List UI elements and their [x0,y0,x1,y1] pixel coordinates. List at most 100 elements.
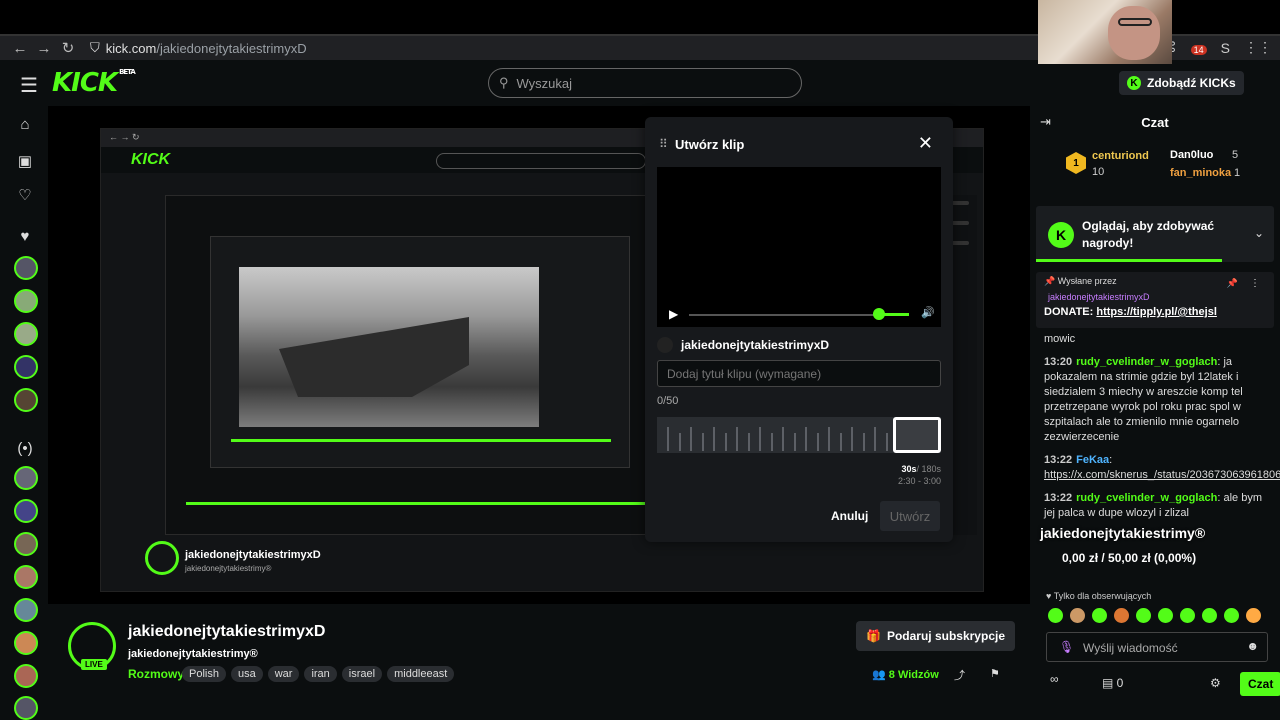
chat-title: Czat [1141,115,1169,130]
cancel-button[interactable]: Anuluj [831,509,868,523]
play-icon[interactable]: ▶ [669,307,678,321]
sidebar-channel-avatar[interactable] [14,532,38,556]
address-bar[interactable]: ⛉ kick.com/jakiedonejtytakiestrimyxD [90,40,307,56]
message-text[interactable]: https://x.com/sknerus_/status/2036730639… [1044,469,1280,481]
timeline-tick [805,427,807,451]
leader-name[interactable]: fan_minoka [1170,167,1231,179]
kick-logo[interactable]: KICK BETA [52,68,136,98]
extension-ublock-icon[interactable]: 14 [1190,40,1207,56]
emote[interactable] [1136,608,1151,623]
following-icon[interactable]: ♡ [14,186,36,204]
leader-name[interactable]: Dan0luo [1170,149,1213,161]
emote[interactable] [1114,608,1129,623]
menu-grid-icon[interactable]: ⋮⋮ [1244,39,1272,56]
emote[interactable] [1180,608,1195,623]
chat-panel: ⇥ Czat 1 centuriond 10 Dan0luo 5 fan_min… [1030,106,1280,720]
home-icon[interactable]: ⌂ [14,116,36,133]
emote[interactable] [1092,608,1107,623]
sidebar-channel-avatar[interactable] [14,598,38,622]
sidebar-channel-avatar[interactable] [14,631,38,655]
leader-count: 10 [1092,166,1105,178]
gift-subs-button[interactable]: 🎁 Podaruj subskrypcje [856,621,1015,651]
emote[interactable] [1048,608,1063,623]
extension-s-icon[interactable]: S [1221,40,1230,56]
browse-icon[interactable]: ▣ [14,152,36,170]
modal-title: Utwórz klip [675,137,745,152]
chest-icon[interactable]: ▤ 0 [1102,676,1123,690]
donation-goal-counter: 0,00 zł / 50,00 zł (0,00%) [1062,551,1197,565]
create-clip-button[interactable]: Utwórz [880,501,940,531]
sidebar-channel-avatar[interactable] [14,256,38,280]
forward-icon[interactable]: → [32,40,56,57]
favorites-icon[interactable]: ♥ [14,228,36,245]
tag-pill[interactable]: Polish [182,666,226,682]
hamburger-menu-icon[interactable]: ☰ [20,73,38,98]
chevron-down-icon[interactable]: ⌄ [1254,226,1264,240]
volume-icon[interactable]: 🔊 [921,306,935,319]
shield-icon: ⛉ [90,40,100,55]
category-link[interactable]: Rozmowy [128,667,184,681]
timeline-tick [793,433,796,451]
clip-preview[interactable] [657,167,941,327]
sidebar-channel-avatar[interactable] [14,322,38,346]
tag-pill[interactable]: israel [341,666,383,682]
search-input[interactable]: ⚲ Wyszukaj [488,68,802,98]
clip-timeline[interactable] [657,417,941,453]
tag-pill[interactable]: middleeast [387,666,455,682]
share-icon[interactable]: ⤴ [954,667,965,683]
pinned-author[interactable]: jakiedonejtytakiestrimyxD [1048,292,1150,302]
chat-message: 13:22 FeKaa: https://x.com/sknerus_/statu… [1044,453,1280,483]
clip-title-input[interactable] [657,360,941,387]
report-icon[interactable]: ⚑ [990,667,1000,680]
watch-rewards-banner[interactable]: K Oglądaj, aby zdobywać nagrody! ⌄ [1036,206,1274,262]
more-options-icon[interactable]: ⋮ [1250,278,1260,289]
channel-name[interactable]: jakiedonejtytakiestrimy® [128,648,258,660]
emoji-icon[interactable]: ☻ [1246,639,1259,653]
get-kicks-button[interactable]: K Zdobądź KICKs [1119,71,1244,95]
settings-icon[interactable]: ⚙ [1210,676,1221,690]
microphone-icon[interactable]: 🎙 [1059,640,1074,654]
message-username[interactable]: rudy_cvelinder_w_goglach [1076,356,1217,368]
sidebar-channel-avatar[interactable] [14,696,38,720]
webcam-face [1108,6,1160,60]
volume-slider-knob[interactable] [873,308,885,320]
reload-icon[interactable]: ↻ [56,39,80,57]
sidebar-channel-avatar[interactable] [14,664,38,688]
rocket-launcher-photo [239,267,539,427]
sidebar-channel-avatar[interactable] [14,565,38,589]
sidebar-channel-avatar[interactable] [14,499,38,523]
tag-pill[interactable]: war [267,666,300,682]
message-username[interactable]: FeKaa [1076,454,1109,466]
message-username[interactable]: rudy_cvelinder_w_goglach [1076,492,1217,504]
sidebar-channel-avatar[interactable] [14,388,38,412]
sidebar-channel-avatar[interactable] [14,355,38,379]
emote[interactable] [1224,608,1239,623]
infinity-icon[interactable]: ∞ [1050,672,1059,686]
chat-message: mowic [1044,332,1270,347]
tag-pill[interactable]: usa [230,666,263,682]
leader-name[interactable]: centuriond [1092,150,1149,162]
emote[interactable] [1246,608,1261,623]
back-icon[interactable]: ← [8,40,32,57]
donate-link[interactable]: https://tipply.pl/@thejsl [1096,306,1217,318]
tag-pill[interactable]: iran [304,666,337,682]
timeline-tick [667,427,669,451]
chat-input[interactable]: 🎙 Wyślij wiadomość ☻ [1046,632,1268,662]
timeline-tick [851,427,853,451]
nested-avatar [145,541,179,575]
close-icon[interactable]: ✕ [918,133,933,154]
drag-handle-icon[interactable]: ⠿ [659,137,668,151]
live-channels-icon[interactable]: (•) [14,440,36,457]
emote[interactable] [1070,608,1085,623]
emote[interactable] [1202,608,1217,623]
kick-rewards-icon: K [1048,222,1074,248]
clip-range-selector[interactable] [893,417,941,453]
char-count: 0/50 [657,395,679,407]
send-chat-button[interactable]: Czat [1240,672,1280,696]
sidebar-channel-avatar[interactable] [14,466,38,490]
pin-icon[interactable]: 📌 [1227,278,1238,289]
sidebar-channel-avatar[interactable] [14,289,38,313]
timeline-tick [862,433,865,451]
timeline-tick [839,433,842,451]
emote[interactable] [1158,608,1173,623]
